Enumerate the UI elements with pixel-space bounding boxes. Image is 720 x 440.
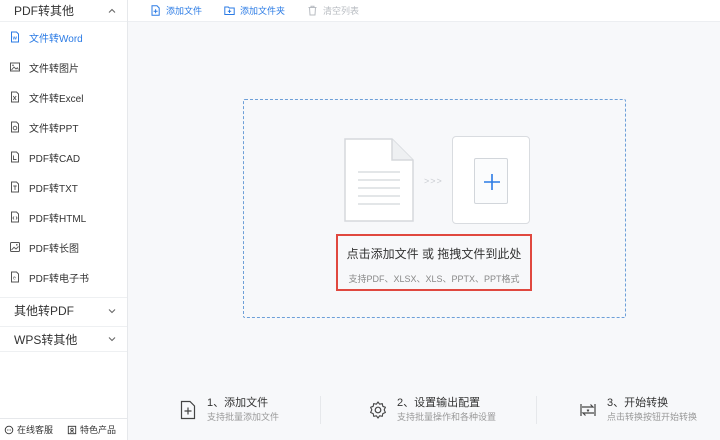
add-file-label: 添加文件 [166, 6, 203, 16]
sidebar-item-file-to-ppt[interactable]: 文件转PPT [0, 112, 127, 142]
arrows-illustration: >>> [424, 176, 443, 186]
chevron-up-icon [107, 6, 117, 16]
sidebar-item-label: PDF转TXT [29, 183, 78, 195]
add-folder-button[interactable]: 添加文件夹 [224, 4, 285, 17]
product-icon [67, 425, 77, 434]
long-image-icon [9, 241, 21, 253]
featured-products-button[interactable]: 特色产品 [63, 423, 116, 436]
step-divider [536, 396, 537, 424]
svg-text:W: W [13, 36, 18, 41]
convert-icon [578, 400, 598, 420]
sidebar-item-label: PDF转长图 [29, 243, 79, 255]
ppt-file-icon [9, 121, 21, 133]
sidebar-item-label: 文件转PPT [29, 123, 79, 135]
txt-file-icon [9, 181, 21, 193]
add-folder-label: 添加文件夹 [240, 6, 286, 16]
file-drop-zone[interactable]: >>> 点击添加文件 或 拖拽文件到此处 支持PDF、XLSX、XLS、PPTX… [243, 99, 626, 318]
sidebar-group-pdf-to-other[interactable]: PDF转其他 [0, 0, 127, 22]
svg-text:e: e [13, 276, 16, 282]
step-start-convert: 3、开始转换 点击转换按钮开始转换 [578, 392, 697, 428]
step-output-settings: 2、设置输出配置 支持批量操作和各种设置 [368, 392, 496, 428]
step-desc: 支持批量操作和各种设置 [397, 412, 497, 422]
step-desc: 点击转换按钮开始转换 [607, 412, 698, 422]
featured-products-label: 特色产品 [80, 425, 117, 435]
sidebar-item-label: PDF转电子书 [29, 273, 89, 285]
step-divider [320, 396, 321, 424]
chevron-down-icon [107, 334, 117, 344]
sidebar: PDF转其他 W 文件转Word 文件转图片 文件转Excel 文件转PPT P… [0, 0, 128, 440]
excel-file-icon [9, 91, 21, 103]
ebook-icon: e [9, 271, 21, 283]
add-file-button[interactable]: 添加文件 [150, 4, 202, 17]
chevron-down-icon [107, 306, 117, 316]
sidebar-item-pdf-to-html[interactable]: PDF转HTML [0, 202, 127, 232]
clear-list-button[interactable]: 清空列表 [307, 4, 359, 17]
sidebar-group-label: WPS转其他 [14, 332, 78, 347]
sidebar-item-pdf-to-cad[interactable]: PDF转CAD [0, 142, 127, 172]
sidebar-item-pdf-to-long-image[interactable]: PDF转长图 [0, 232, 127, 262]
word-file-icon: W [9, 31, 21, 43]
sidebar-footer: 在线客服 特色产品 [0, 418, 128, 440]
add-file-icon [178, 400, 198, 420]
toolbar: 添加文件 添加文件夹 清空列表 [128, 0, 720, 22]
sidebar-item-label: 文件转Excel [29, 93, 84, 105]
sidebar-item-pdf-to-ebook[interactable]: e PDF转电子书 [0, 262, 127, 292]
sidebar-item-label: 文件转图片 [29, 63, 79, 75]
sidebar-group-wps-to-other[interactable]: WPS转其他 [0, 326, 127, 352]
drop-hint-main: 点击添加文件 或 拖拽文件到此处 [346, 247, 522, 261]
add-file-target[interactable] [474, 158, 508, 204]
clear-list-label: 清空列表 [323, 6, 360, 16]
cad-file-icon [9, 151, 21, 163]
step-add-file: 1、添加文件 支持批量添加文件 [178, 392, 279, 428]
sidebar-item-label: PDF转CAD [29, 153, 81, 165]
sidebar-item-file-to-image[interactable]: 文件转图片 [0, 52, 127, 82]
sidebar-item-file-to-excel[interactable]: 文件转Excel [0, 82, 127, 112]
sidebar-group-other-to-pdf[interactable]: 其他转PDF [0, 297, 127, 323]
online-support-label: 在线客服 [17, 425, 54, 435]
sidebar-group-label: 其他转PDF [14, 304, 75, 318]
drop-hint-highlight: 点击添加文件 或 拖拽文件到此处 支持PDF、XLSX、XLS、PPTX、PPT… [336, 234, 532, 291]
step-title: 3、开始转换 [607, 397, 669, 409]
step-desc: 支持批量添加文件 [207, 412, 280, 422]
image-icon [9, 61, 21, 73]
html-file-icon [9, 211, 21, 223]
add-file-icon [151, 5, 160, 16]
sidebar-item-label: 文件转Word [29, 33, 83, 45]
steps-bar: 1、添加文件 支持批量添加文件 2、设置输出配置 支持批量操作和各种设置 3、开… [128, 392, 720, 428]
add-folder-icon [224, 6, 235, 15]
step-title: 1、添加文件 [207, 397, 269, 409]
plus-icon [484, 174, 500, 190]
app-window: PDF转其他 W 文件转Word 文件转图片 文件转Excel 文件转PPT P… [0, 0, 720, 440]
sidebar-item-file-to-word[interactable]: W 文件转Word [0, 22, 127, 52]
sidebar-item-label: PDF转HTML [29, 213, 87, 225]
chat-icon [4, 425, 14, 434]
online-support-button[interactable]: 在线客服 [0, 423, 53, 436]
sidebar-item-pdf-to-txt[interactable]: PDF转TXT [0, 172, 127, 202]
supported-formats-text: 支持PDF、XLSX、XLS、PPTX、PPT格式 [348, 274, 520, 284]
gear-icon [368, 400, 388, 420]
trash-icon [308, 5, 317, 16]
sidebar-group-label: PDF转其他 [14, 4, 75, 18]
document-illustration-icon [344, 138, 414, 222]
step-title: 2、设置输出配置 [397, 397, 481, 409]
